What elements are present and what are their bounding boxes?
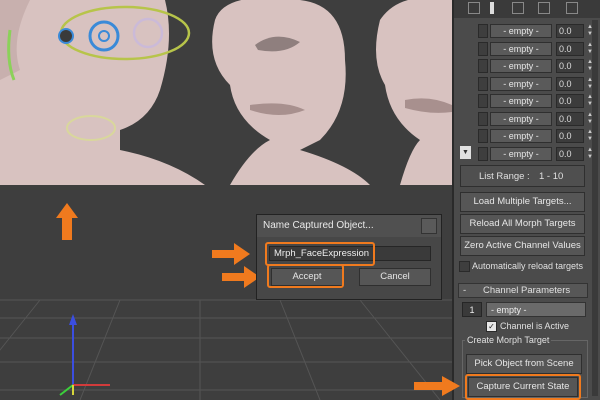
list-range-value[interactable]: 1 - 10 (539, 171, 563, 182)
spinner-icon[interactable]: ▲ ▼ (586, 59, 594, 73)
list-range-box: List Range : 1 - 10 (460, 165, 585, 187)
scroll-down-icon[interactable]: ▼ (460, 146, 471, 159)
channel-row[interactable]: - empty - 0.0 ▲ ▼ (478, 94, 596, 110)
channel-parameters-rollout[interactable]: - Channel Parameters (458, 283, 588, 298)
channel-value[interactable]: 0.0 (556, 76, 584, 91)
channel-value[interactable]: 0.0 (556, 41, 584, 56)
head-model-middle[interactable] (212, 0, 370, 185)
ground-grid (0, 299, 452, 400)
load-multiple-targets-button[interactable]: Load Multiple Targets... (460, 192, 585, 212)
channel-value[interactable]: 0.0 (556, 129, 584, 143)
perspective-viewport[interactable] (0, 0, 452, 400)
channel-value[interactable]: 0.0 (556, 146, 584, 161)
channel-value[interactable]: 0.0 (556, 94, 584, 108)
list-icon[interactable] (512, 2, 524, 14)
channel-color-box (478, 94, 488, 108)
spinner-icon[interactable]: ▲ ▼ (586, 112, 594, 126)
pipe-icon[interactable] (490, 2, 494, 14)
channel-active-label: Channel is Active (500, 321, 570, 331)
channel-value[interactable]: 0.0 (556, 59, 584, 73)
capture-button-highlight (465, 374, 581, 400)
orange-arrow-right-capture (414, 376, 460, 396)
spinner-icon[interactable]: ▲ ▼ (586, 94, 594, 108)
channel-value[interactable]: 0.0 (556, 111, 584, 126)
channel-color-box (478, 129, 488, 143)
head-model-left[interactable] (0, 0, 205, 185)
panel-toolbar (454, 0, 600, 18)
trash-icon[interactable] (538, 2, 550, 14)
dialog-title: Name Captured Object... (257, 215, 441, 237)
channel-row[interactable]: - empty - 0.0 ▲ ▼ (478, 76, 596, 93)
orange-arrow-up (56, 203, 78, 240)
close-icon[interactable] (421, 218, 437, 234)
accept-highlight (267, 264, 344, 288)
orange-arrow-right-accept (222, 266, 260, 288)
channel-name[interactable]: - empty - (490, 41, 552, 56)
viewport-scene (0, 0, 452, 400)
channel-name[interactable]: - empty - (490, 24, 552, 38)
channel-parameters-title: Channel Parameters (483, 285, 571, 296)
channel-row[interactable]: - empty - 0.0 ▲ ▼ (478, 41, 596, 58)
spinner-icon[interactable]: ▲ ▼ (586, 42, 594, 56)
pin-icon[interactable] (468, 2, 480, 14)
auto-reload-label: Automatically reload targets (472, 261, 584, 271)
channel-color-box (478, 41, 488, 56)
create-morph-target-title: Create Morph Target (465, 335, 552, 345)
cancel-button[interactable]: Cancel (359, 268, 431, 286)
channel-row[interactable]: - empty - 0.0 ▲ ▼ (478, 129, 596, 145)
channel-color-box (478, 146, 488, 161)
channel-color-box (478, 76, 488, 91)
channel-row[interactable]: - empty - 0.0 ▲ ▼ (478, 146, 596, 163)
channel-row[interactable]: - empty - 0.0 ▲ ▼ (478, 24, 596, 40)
channel-color-box (478, 111, 488, 126)
channel-name[interactable]: - empty - (490, 129, 552, 143)
input-highlight (265, 242, 375, 266)
channel-color-box (478, 24, 488, 38)
zero-active-channel-values-button[interactable]: Zero Active Channel Values (460, 236, 585, 256)
channel-name-field[interactable]: - empty - (486, 302, 586, 317)
channel-active-checkbox[interactable]: ✓ (486, 321, 497, 332)
axis-gizmo (59, 314, 110, 396)
auto-reload-checkbox[interactable] (459, 261, 470, 272)
channel-value[interactable]: 0.0 (556, 24, 584, 38)
pick-object-from-scene-button[interactable]: Pick Object from Scene (466, 354, 582, 374)
channel-row[interactable]: - empty - 0.0 ▲ ▼ (478, 111, 596, 128)
spinner-icon[interactable]: ▲ ▼ (586, 129, 594, 143)
channel-color-box (478, 59, 488, 73)
spinner-icon[interactable]: ▲ ▼ (586, 77, 594, 91)
channel-name[interactable]: - empty - (490, 146, 552, 161)
reload-all-morph-targets-button[interactable]: Reload All Morph Targets (460, 214, 585, 234)
rollout-sign: - (463, 285, 467, 296)
channel-name[interactable]: - empty - (490, 59, 552, 73)
orange-arrow-right-input (212, 243, 250, 265)
spinner-icon[interactable]: ▲ ▼ (586, 24, 594, 38)
channel-name[interactable]: - empty - (490, 76, 552, 91)
spinner-icon[interactable]: ▲ ▼ (586, 147, 594, 161)
head-model-right[interactable] (376, 0, 452, 185)
channel-name[interactable]: - empty - (490, 94, 552, 108)
channel-name[interactable]: - empty - (490, 111, 552, 126)
channel-row[interactable]: - empty - 0.0 ▲ ▼ (478, 59, 596, 75)
channel-number-field[interactable]: 1 (462, 302, 482, 317)
sliders-icon[interactable] (566, 2, 578, 14)
list-range-label: List Range : (479, 171, 530, 182)
